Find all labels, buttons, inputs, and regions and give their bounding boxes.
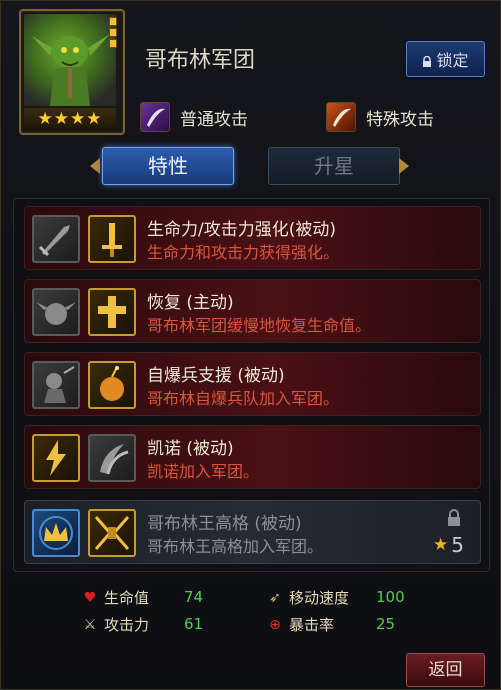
stat-crit-rate: ⊕ 暴击率 <box>267 614 334 635</box>
goblin-portrait-art <box>24 14 116 106</box>
stat-value: 25 <box>376 615 396 633</box>
special-attack-label: 特殊攻击 <box>366 109 434 130</box>
tab-arrow-right-icon <box>399 158 409 174</box>
goblin-face-icon <box>32 288 80 336</box>
skill-name: 恢复 (主动) <box>147 293 234 313</box>
stat-attack: ⚔ 攻击力 <box>82 614 149 635</box>
skill-name: 凯诺 (被动) <box>147 439 234 459</box>
tab-star-up[interactable]: 升星 <box>268 147 400 185</box>
skill-description: 哥布林军团缓慢地恢复生命值。 <box>147 316 372 335</box>
special-attack-type: 特殊攻击 <box>326 102 434 132</box>
level-bar <box>109 28 117 37</box>
skill-row[interactable]: 恢复 (主动) 哥布林军团缓慢地恢复生命值。 <box>24 279 481 343</box>
stat-label: 生命值 <box>104 589 150 607</box>
boot-icon: ➶ <box>269 589 281 606</box>
normal-attack-type: 普通攻击 <box>140 102 248 132</box>
required-stars: 5 <box>451 533 464 557</box>
skill-row-locked[interactable]: 哥布林王高格 (被动) 哥布林王高格加入军团。 ★ 5 <box>24 500 481 564</box>
skill-description: 生命力和攻击力获得强化。 <box>147 243 340 262</box>
normal-attack-icon <box>140 102 170 132</box>
unit-name: 哥布林军团 <box>145 48 256 73</box>
stat-value: 61 <box>184 615 204 633</box>
tab-traits[interactable]: 特性 <box>102 147 234 185</box>
unlock-requirement: ★ 5 <box>433 533 464 557</box>
back-button[interactable]: 返回 <box>406 653 485 687</box>
stat-label: 移动速度 <box>289 589 350 607</box>
stat-move-speed: ➶ 移动速度 <box>267 587 349 608</box>
sword-stat-icon: ⚔ <box>83 616 97 633</box>
lightning-icon <box>32 434 80 482</box>
holy-cross-icon <box>88 288 136 336</box>
stat-label: 攻击力 <box>104 616 150 634</box>
tab-arrow-left-icon <box>90 158 100 174</box>
lock-button[interactable]: 锁定 <box>406 41 485 77</box>
skill-row[interactable]: 凯诺 (被动) 凯诺加入军团。 <box>24 425 481 489</box>
star-icon: ★ <box>433 535 449 555</box>
special-attack-icon <box>326 102 356 132</box>
crown-icon <box>32 509 80 557</box>
bomb-icon <box>88 361 136 409</box>
lock-icon <box>446 509 462 527</box>
skill-name: 生命力/攻击力强化(被动) <box>147 220 336 240</box>
normal-attack-label: 普通攻击 <box>180 109 248 130</box>
level-bars <box>109 17 117 48</box>
skill-list: 生命力/攻击力强化(被动) 生命力和攻击力获得强化。 恢复 (主动) 哥布林军团… <box>13 198 490 572</box>
lock-button-label: 锁定 <box>436 51 469 70</box>
claw-icon <box>88 434 136 482</box>
level-bar <box>109 39 117 48</box>
golden-sword-icon <box>88 215 136 263</box>
unit-portrait[interactable]: ★★★★ <box>19 9 125 135</box>
stat-hp: ♥ 生命值 <box>82 587 149 608</box>
skill-description: 哥布林自爆兵队加入军团。 <box>147 389 340 408</box>
skill-row[interactable]: 自爆兵支援 (被动) 哥布林自爆兵队加入军团。 <box>24 352 481 416</box>
goblin-king-icon <box>88 509 136 557</box>
skill-name: 哥布林王高格 (被动) <box>147 514 302 534</box>
lock-icon <box>422 53 432 67</box>
level-bar <box>109 17 117 26</box>
skill-description: 凯诺加入军团。 <box>147 462 260 481</box>
skill-name: 自爆兵支援 (被动) <box>147 366 285 386</box>
star-rating: ★★★★ <box>24 108 116 130</box>
crosshair-icon: ⊕ <box>269 616 281 633</box>
sword-icon <box>32 215 80 263</box>
stat-value: 74 <box>184 588 204 606</box>
skill-description: 哥布林王高格加入军团。 <box>147 537 324 556</box>
skill-row[interactable]: 生命力/攻击力强化(被动) 生命力和攻击力获得强化。 <box>24 206 481 270</box>
stat-label: 暴击率 <box>289 616 335 634</box>
heart-icon: ♥ <box>83 589 97 606</box>
stat-value: 100 <box>376 588 405 606</box>
goblin-bomber-icon <box>32 361 80 409</box>
